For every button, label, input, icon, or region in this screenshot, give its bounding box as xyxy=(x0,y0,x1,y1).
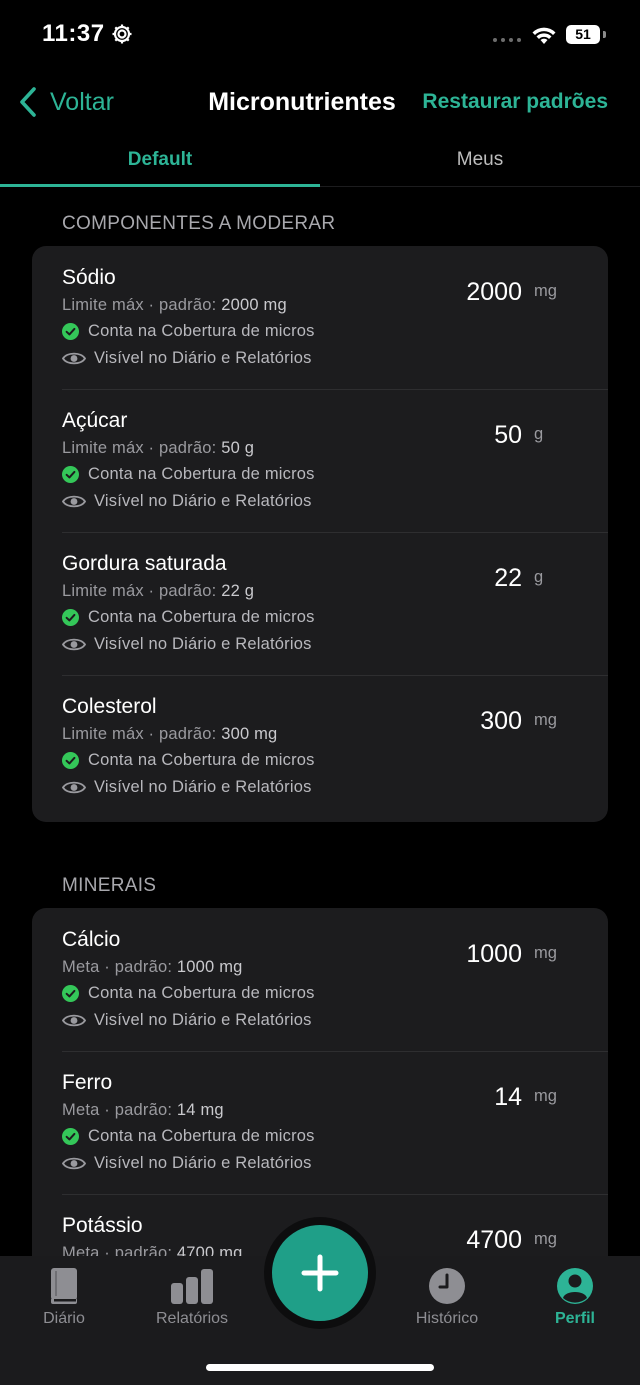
nutrient-unit: g xyxy=(534,568,544,586)
nutrient-default-limit: Limite máx · padrão: 22 g xyxy=(62,582,255,600)
nutrient-name: Colesterol xyxy=(62,695,157,718)
nutrient-unit: mg xyxy=(534,282,557,300)
nutrient-row[interactable]: Sódio Limite máx · padrão: 2000 mg Conta… xyxy=(32,246,608,389)
nutrient-name: Açúcar xyxy=(62,409,128,432)
book-icon xyxy=(51,1268,77,1304)
eye-icon xyxy=(62,352,86,365)
visibility-flag: Visível no Diário e Relatórios xyxy=(62,492,312,511)
nutrient-row[interactable]: Ferro Meta · padrão: 14 mg Conta na Cobe… xyxy=(32,1051,608,1194)
micros-coverage-flag: Conta na Cobertura de micros xyxy=(62,984,315,1003)
nutrient-value[interactable]: 2000 xyxy=(466,278,522,307)
nutrient-unit: mg xyxy=(534,944,557,962)
plus-icon xyxy=(301,1254,339,1292)
eye-icon xyxy=(62,1014,86,1027)
nutrient-name: Gordura saturada xyxy=(62,552,227,575)
check-circle-icon xyxy=(62,752,79,769)
eye-icon xyxy=(62,781,86,794)
battery-tip xyxy=(603,31,606,38)
section-header-minerais: MINERAIS xyxy=(62,875,157,896)
nutrient-row[interactable]: Açúcar Limite máx · padrão: 50 g Conta n… xyxy=(32,389,608,532)
nutrient-value[interactable]: 1000 xyxy=(466,940,522,969)
wifi-icon xyxy=(532,27,556,44)
nutrient-default-limit: Limite máx · padrão: 300 mg xyxy=(62,725,278,743)
check-circle-icon xyxy=(62,323,79,340)
check-circle-icon xyxy=(62,609,79,626)
tab-bar-label: Histórico xyxy=(415,1310,479,1327)
micros-coverage-flag: Conta na Cobertura de micros xyxy=(62,608,315,627)
visibility-flag: Visível no Diário e Relatórios xyxy=(62,1011,312,1030)
nutrient-default-limit: Meta · padrão: 4700 mg xyxy=(62,1244,243,1256)
nutrient-unit: mg xyxy=(534,1230,557,1248)
check-circle-icon xyxy=(62,985,79,1002)
micros-coverage-flag: Conta na Cobertura de micros xyxy=(62,751,315,770)
eye-icon xyxy=(62,638,86,651)
content-scroll[interactable]: COMPONENTES A MODERAR Sódio Limite máx ·… xyxy=(0,186,640,1256)
tab-bar-perfil[interactable]: Perfil xyxy=(520,1266,630,1328)
signal-dots-icon xyxy=(493,38,521,42)
check-circle-icon xyxy=(62,1128,79,1145)
nutrient-unit: g xyxy=(534,425,544,443)
nutrient-default-limit: Meta · padrão: 14 mg xyxy=(62,1101,224,1119)
tab-meus[interactable]: Meus xyxy=(320,138,640,186)
nutrient-name: Potássio xyxy=(62,1214,143,1237)
nutrient-value[interactable]: 14 xyxy=(494,1083,522,1112)
card-minerais: Cálcio Meta · padrão: 1000 mg Conta na C… xyxy=(32,908,608,1256)
segment-tabs: Default Meus xyxy=(0,138,640,187)
tab-bar-label: Relatórios xyxy=(155,1310,229,1327)
eye-icon xyxy=(62,495,86,508)
home-indicator xyxy=(206,1364,434,1371)
nutrient-row[interactable]: Colesterol Limite máx · padrão: 300 mg C… xyxy=(32,675,608,818)
battery-icon: 51 xyxy=(566,25,600,44)
status-bar: 11:37 51 xyxy=(0,0,640,70)
nutrient-value[interactable]: 300 xyxy=(480,707,522,736)
tab-bar-historico[interactable]: Histórico xyxy=(392,1266,502,1328)
eye-icon xyxy=(62,1157,86,1170)
clock-icon xyxy=(429,1268,465,1304)
nutrient-row[interactable]: Gordura saturada Limite máx · padrão: 22… xyxy=(32,532,608,675)
gear-icon xyxy=(112,24,132,44)
screen: 11:37 51 Voltar Micronutrientes Restaura… xyxy=(0,0,640,1385)
tab-default[interactable]: Default xyxy=(0,138,320,186)
navigation-bar: Voltar Micronutrientes Restaurar padrões xyxy=(0,70,640,134)
micros-coverage-flag: Conta na Cobertura de micros xyxy=(62,322,315,341)
visibility-flag: Visível no Diário e Relatórios xyxy=(62,1154,312,1173)
nutrient-unit: mg xyxy=(534,711,557,729)
nutrient-row[interactable]: Cálcio Meta · padrão: 1000 mg Conta na C… xyxy=(32,908,608,1051)
visibility-flag: Visível no Diário e Relatórios xyxy=(62,635,312,654)
visibility-flag: Visível no Diário e Relatórios xyxy=(62,349,312,368)
tab-bar-relatorios[interactable]: Relatórios xyxy=(137,1266,247,1328)
tab-bar-label: Diário xyxy=(43,1310,85,1327)
bar-chart-icon xyxy=(171,1269,213,1304)
nutrient-default-limit: Limite máx · padrão: 2000 mg xyxy=(62,296,287,314)
micros-coverage-flag: Conta na Cobertura de micros xyxy=(62,1127,315,1146)
nutrient-unit: mg xyxy=(534,1087,557,1105)
tab-bar-diario[interactable]: Diário xyxy=(9,1266,119,1328)
nutrient-default-limit: Limite máx · padrão: 50 g xyxy=(62,439,255,457)
add-button[interactable] xyxy=(272,1225,368,1321)
card-moderar: Sódio Limite máx · padrão: 2000 mg Conta… xyxy=(32,246,608,822)
nutrient-name: Sódio xyxy=(62,266,116,289)
nutrient-name: Cálcio xyxy=(62,928,121,951)
status-time: 11:37 xyxy=(42,20,105,47)
nutrient-value[interactable]: 4700 xyxy=(466,1226,522,1255)
visibility-flag: Visível no Diário e Relatórios xyxy=(62,778,312,797)
profile-icon xyxy=(557,1268,593,1304)
section-header-moderar: COMPONENTES A MODERAR xyxy=(62,213,336,234)
nutrient-name: Ferro xyxy=(62,1071,113,1094)
nutrient-default-limit: Meta · padrão: 1000 mg xyxy=(62,958,243,976)
check-circle-icon xyxy=(62,466,79,483)
nutrient-value[interactable]: 50 xyxy=(494,421,522,450)
tab-bar-label: Perfil xyxy=(554,1310,595,1327)
micros-coverage-flag: Conta na Cobertura de micros xyxy=(62,465,315,484)
restore-defaults-button[interactable]: Restaurar padrões xyxy=(422,90,608,114)
nutrient-value[interactable]: 22 xyxy=(494,564,522,593)
